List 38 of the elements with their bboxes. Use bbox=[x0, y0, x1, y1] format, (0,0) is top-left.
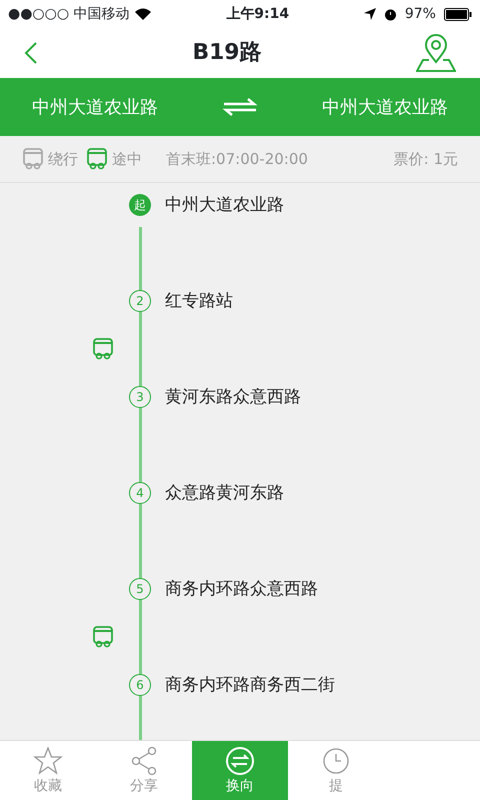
wifi-icon bbox=[134, 7, 152, 21]
station-name: 众意路黄河东路 bbox=[165, 482, 284, 505]
origin-stop: 中州大道农业路 bbox=[32, 96, 158, 120]
battery-icon bbox=[444, 8, 472, 20]
station-marker: 2 bbox=[129, 290, 151, 312]
station-name: 红专路站 bbox=[165, 290, 233, 313]
battery-percent: 97% bbox=[404, 4, 436, 24]
page-title: B19路 bbox=[192, 38, 262, 67]
star-icon bbox=[33, 746, 63, 776]
bus-icon bbox=[86, 148, 108, 170]
swap-icon bbox=[222, 98, 258, 116]
share-icon bbox=[129, 746, 159, 776]
map-pin-icon bbox=[416, 34, 456, 72]
legend-label: 绕行 bbox=[48, 148, 78, 170]
detour-bus-icon bbox=[22, 148, 44, 170]
carrier-label: ●●○○○ 中国移动 bbox=[8, 4, 130, 24]
legend-label: 途中 bbox=[112, 148, 142, 170]
back-icon bbox=[24, 41, 38, 66]
service-hours: 首末班:07:00-20:00 bbox=[166, 148, 308, 170]
map-button[interactable] bbox=[416, 34, 456, 72]
tab-button[interactable]: 换向 bbox=[192, 741, 288, 800]
swap-icon bbox=[225, 746, 255, 776]
destination-stop: 中州大道农业路 bbox=[322, 96, 448, 120]
station-name: 商务内环路商务西二街 bbox=[165, 674, 335, 697]
station-name: 商务内环路众意西路 bbox=[165, 578, 318, 601]
location-arrow-icon bbox=[364, 8, 376, 20]
clock-icon bbox=[321, 746, 351, 776]
station-marker: 5 bbox=[129, 578, 151, 600]
alarm-icon bbox=[384, 8, 397, 20]
station-marker: 起 bbox=[129, 194, 151, 216]
station-marker: 4 bbox=[129, 482, 151, 504]
back-button[interactable] bbox=[24, 40, 38, 66]
station-marker: 6 bbox=[129, 674, 151, 696]
status-time: 上午9:14 bbox=[226, 4, 290, 24]
station-name: 中州大道农业路 bbox=[165, 194, 284, 217]
station-marker: 3 bbox=[129, 386, 151, 408]
station-name: 黄河东路众意西路 bbox=[165, 386, 301, 409]
fare-label: 票价: 1元 bbox=[394, 148, 458, 170]
